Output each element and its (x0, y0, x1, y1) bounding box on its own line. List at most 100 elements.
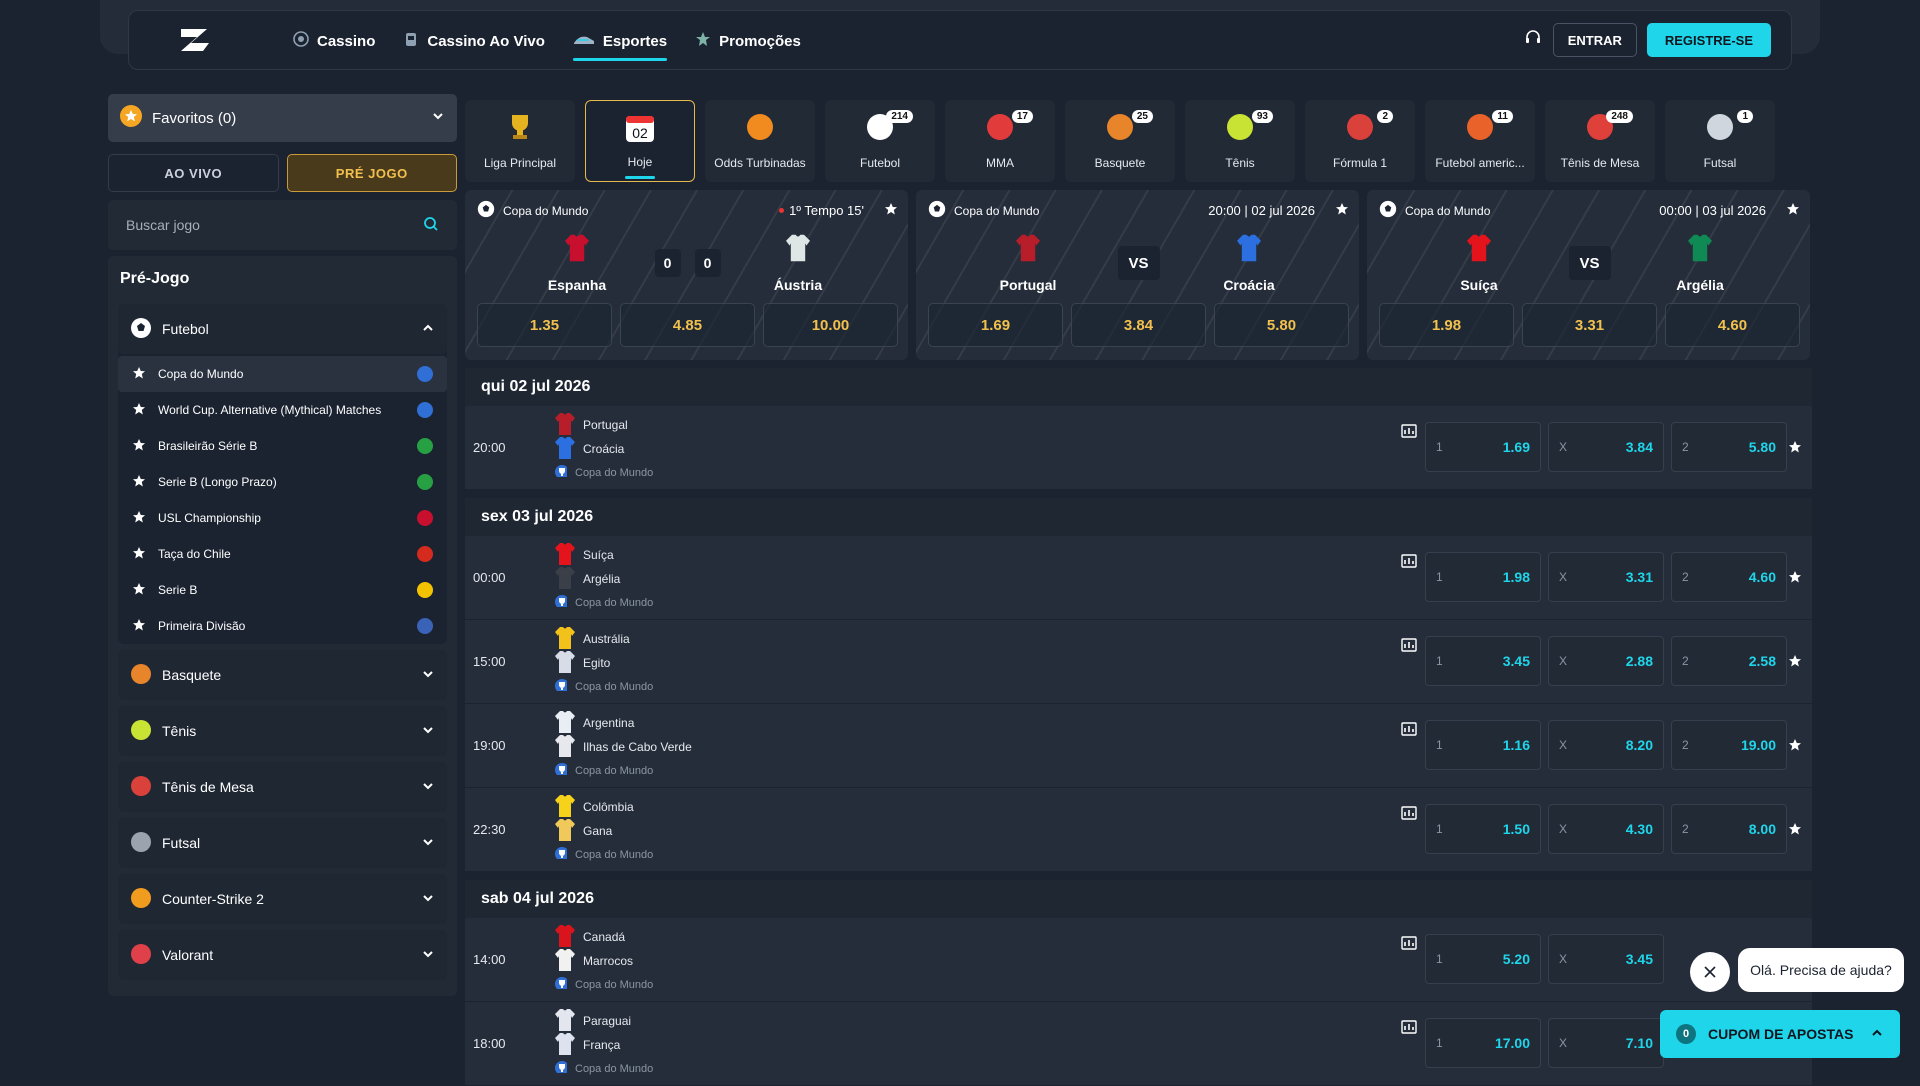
league-item[interactable]: Brasileirão Série B (118, 428, 447, 464)
star-icon[interactable] (132, 402, 146, 419)
favorite-star-icon[interactable] (884, 202, 898, 219)
featured-match-card[interactable]: Copa do Mundo 1º Tempo 15' Espanha 0 0 Áustri… (465, 190, 908, 360)
odd-button[interactable]: 4.85 (620, 303, 755, 347)
odd-button[interactable]: 2 2.58 (1671, 636, 1787, 686)
match-row[interactable]: 18:00 Paraguai França Copa do Mundo 1 17.00 X 7… (465, 1002, 1812, 1086)
odd-button[interactable]: 2 5.80 (1671, 422, 1787, 472)
league-item[interactable]: Taça do Chile (118, 536, 447, 572)
search-icon[interactable] (423, 216, 439, 235)
match-row[interactable]: 15:00 Austrália Egito Copa do Mundo 1 3.45 X 2.… (465, 620, 1812, 704)
category-futsal[interactable]: 1 Futsal (1665, 100, 1775, 182)
odd-button[interactable]: X 3.84 (1548, 422, 1664, 472)
favorite-star-icon[interactable] (1788, 440, 1802, 459)
stats-icon[interactable] (1401, 424, 1417, 443)
stats-icon[interactable] (1401, 554, 1417, 573)
odd-button[interactable]: 1 1.69 (1425, 422, 1541, 472)
live-toggle-button[interactable]: AO VIVO (108, 154, 279, 192)
odd-button[interactable]: X 8.20 (1548, 720, 1664, 770)
favorite-star-icon[interactable] (1788, 654, 1802, 673)
favorite-star-icon[interactable] (1786, 202, 1800, 219)
star-icon[interactable] (132, 474, 146, 491)
sport-row-futebol[interactable]: Futebol (118, 304, 447, 354)
featured-match-card[interactable]: Copa do Mundo 20:00 | 02 jul 2026 Portugal… (916, 190, 1359, 360)
favorite-star-icon[interactable] (1335, 202, 1349, 219)
category-liga-principal[interactable]: Liga Principal (465, 100, 575, 182)
star-icon[interactable] (132, 546, 146, 563)
sport-row-basquete[interactable]: Basquete (118, 650, 447, 700)
category-f-rmula-1[interactable]: 2 Fórmula 1 (1305, 100, 1415, 182)
odd-button[interactable]: 1 5.20 (1425, 934, 1541, 984)
odd-button[interactable]: 1 1.98 (1425, 552, 1541, 602)
favorite-star-icon[interactable] (1788, 738, 1802, 757)
sport-row-tênis[interactable]: Tênis (118, 706, 447, 756)
league-item[interactable]: Serie B (Longo Prazo) (118, 464, 447, 500)
match-row[interactable]: 19:00 Argentina Ilhas de Cabo Verde Copa do… (465, 704, 1812, 788)
nav-cassino-ao-vivo[interactable]: Cassino Ao Vivo (389, 11, 559, 71)
odd-button[interactable]: 2 19.00 (1671, 720, 1787, 770)
odd-button[interactable]: 5.80 (1214, 303, 1349, 347)
sport-row-futsal[interactable]: Futsal (118, 818, 447, 868)
favorites-dropdown[interactable]: Favoritos (0) (108, 94, 457, 142)
odd-button[interactable]: X 7.10 (1548, 1018, 1664, 1068)
match-row[interactable]: 00:00 Suíça Argélia Copa do Mundo 1 1.98 X 3.31… (465, 536, 1812, 620)
category-mma[interactable]: 17 MMA (945, 100, 1055, 182)
nav-cassino[interactable]: Cassino (279, 11, 389, 71)
favorite-star-icon[interactable] (1788, 822, 1802, 841)
match-row[interactable]: 14:00 Canadá Marrocos Copa do Mundo 1 5.20 X 3.… (465, 918, 1812, 1002)
category-futebol-americ-[interactable]: 11 Futebol americ... (1425, 100, 1535, 182)
odd-button[interactable]: 1.98 (1379, 303, 1514, 347)
sport-row-tênis-de-mesa[interactable]: Tênis de Mesa (118, 762, 447, 812)
login-button[interactable]: ENTRAR (1552, 23, 1637, 57)
nav-esportes[interactable]: Esportes (559, 11, 681, 71)
odd-button[interactable]: 1 1.16 (1425, 720, 1541, 770)
category-hoje[interactable]: 02 Hoje (585, 100, 695, 182)
bet-coupon-button[interactable]: 0 CUPOM DE APOSTAS (1660, 1010, 1900, 1058)
odd-button[interactable]: X 2.88 (1548, 636, 1664, 686)
match-row[interactable]: 22:30 Colômbia Gana Copa do Mundo 1 1.50 X 4.30… (465, 788, 1812, 872)
stats-icon[interactable] (1401, 638, 1417, 657)
star-icon[interactable] (132, 438, 146, 455)
odd-button[interactable]: 1 17.00 (1425, 1018, 1541, 1068)
featured-match-card[interactable]: Copa do Mundo 00:00 | 03 jul 2026 Suíça VS A… (1367, 190, 1810, 360)
odd-button[interactable]: 1.69 (928, 303, 1063, 347)
star-icon[interactable] (132, 366, 146, 383)
odd-button[interactable]: 1 1.50 (1425, 804, 1541, 854)
chat-close-button[interactable] (1690, 952, 1730, 992)
odd-button[interactable]: 10.00 (763, 303, 898, 347)
league-item[interactable]: World Cup. Alternative (Mythical) Matche… (118, 392, 447, 428)
odd-button[interactable]: X 4.30 (1548, 804, 1664, 854)
category-t-nis-de-mesa[interactable]: 248 Tênis de Mesa (1545, 100, 1655, 182)
odd-button[interactable]: 2 8.00 (1671, 804, 1787, 854)
category-futebol[interactable]: 214 Futebol (825, 100, 935, 182)
category-odds-turbinadas[interactable]: Odds Turbinadas (705, 100, 815, 182)
league-item[interactable]: Primeira Divisão (118, 608, 447, 644)
site-logo[interactable] (177, 25, 213, 60)
odd-button[interactable]: 1.35 (477, 303, 612, 347)
prematch-toggle-button[interactable]: PRÉ JOGO (286, 154, 457, 192)
star-icon[interactable] (132, 510, 146, 527)
star-icon[interactable] (132, 618, 146, 635)
league-item[interactable]: USL Championship (118, 500, 447, 536)
register-button[interactable]: REGISTRE-SE (1646, 23, 1771, 57)
odd-button[interactable]: 3.31 (1522, 303, 1657, 347)
nav-promoções[interactable]: Promoções (681, 11, 815, 71)
odd-button[interactable]: X 3.31 (1548, 552, 1664, 602)
stats-icon[interactable] (1401, 936, 1417, 955)
chat-bubble[interactable]: Olá. Precisa de ajuda? (1738, 948, 1904, 992)
stats-icon[interactable] (1401, 1020, 1417, 1039)
league-item[interactable]: Serie B (118, 572, 447, 608)
star-icon[interactable] (132, 582, 146, 599)
odd-button[interactable]: 3.84 (1071, 303, 1206, 347)
league-item[interactable]: Copa do Mundo (118, 356, 447, 392)
search-input[interactable] (126, 217, 386, 233)
stats-icon[interactable] (1401, 806, 1417, 825)
support-headset-icon[interactable] (1523, 28, 1543, 53)
sport-row-valorant[interactable]: Valorant (118, 930, 447, 980)
category-t-nis[interactable]: 93 Tênis (1185, 100, 1295, 182)
stats-icon[interactable] (1401, 722, 1417, 741)
odd-button[interactable]: 1 3.45 (1425, 636, 1541, 686)
sport-row-counter-strike-2[interactable]: Counter-Strike 2 (118, 874, 447, 924)
category-basquete[interactable]: 25 Basquete (1065, 100, 1175, 182)
odd-button[interactable]: X 3.45 (1548, 934, 1664, 984)
odd-button[interactable]: 4.60 (1665, 303, 1800, 347)
